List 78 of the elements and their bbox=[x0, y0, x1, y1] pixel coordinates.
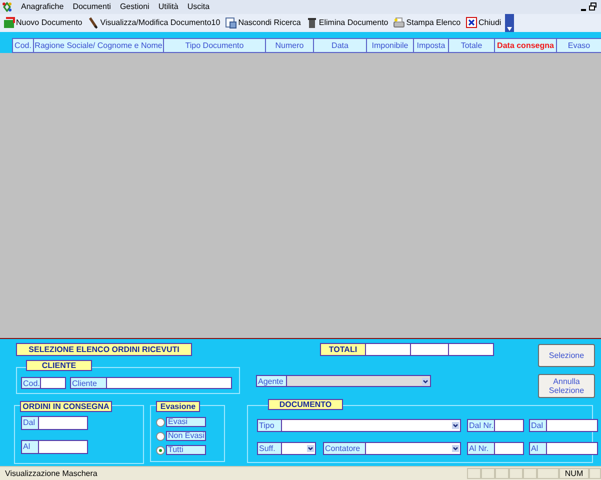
chevron-down-icon bbox=[452, 445, 459, 452]
column-header[interactable]: Tipo Documento bbox=[163, 39, 265, 52]
toolbar-button[interactable]: Nuovo Documento bbox=[2, 15, 84, 31]
field-label: Dal bbox=[21, 416, 39, 430]
window-icon bbox=[225, 17, 238, 29]
group-title: ORDINI IN CONSEGNA bbox=[20, 401, 112, 412]
input-field[interactable] bbox=[39, 416, 88, 430]
pencil-icon bbox=[87, 17, 100, 29]
restore-icon bbox=[589, 2, 597, 12]
column-header[interactable]: Totale bbox=[448, 39, 494, 52]
column-header[interactable]: Evaso bbox=[556, 39, 601, 52]
radio-label: Non Evasi bbox=[166, 431, 206, 441]
input-field[interactable] bbox=[547, 419, 598, 432]
field-label: Cliente bbox=[70, 377, 107, 389]
section-title: SELEZIONE ELENCO ORDINI RICEVUTI bbox=[16, 343, 192, 356]
radio-button[interactable] bbox=[156, 446, 165, 454]
app-logo-icon bbox=[2, 2, 12, 12]
column-header[interactable]: Ragione Sociale/ Cognome e Nome bbox=[33, 39, 163, 52]
dropdown-field[interactable] bbox=[282, 419, 461, 432]
input-field[interactable] bbox=[41, 377, 66, 389]
input-field[interactable] bbox=[495, 419, 524, 432]
chevron-down-icon bbox=[507, 27, 512, 31]
menu-item[interactable]: Utilità bbox=[155, 1, 182, 13]
toolbar-button[interactable]: Nascondi Ricerca bbox=[224, 15, 302, 31]
total-field bbox=[449, 343, 494, 356]
radio-label: Evasi bbox=[166, 417, 206, 427]
group-title: DOCUMENTO bbox=[268, 399, 343, 410]
group-title: Evasione bbox=[156, 401, 200, 412]
radio-label: Tutti bbox=[166, 445, 206, 455]
column-header[interactable]: Data bbox=[313, 39, 366, 52]
total-field bbox=[366, 343, 411, 356]
field-label: Suff. bbox=[257, 442, 282, 455]
field-label: Dal Nr. bbox=[467, 419, 495, 432]
menu-item[interactable]: Documenti bbox=[70, 1, 114, 13]
total-field bbox=[411, 343, 449, 356]
minimize-icon bbox=[581, 9, 586, 11]
menu-item[interactable]: Uscita bbox=[184, 1, 213, 13]
toolbar-button[interactable]: Chiudi bbox=[464, 15, 502, 31]
action-button[interactable]: Annulla Selezione bbox=[538, 374, 595, 398]
input-field[interactable] bbox=[495, 442, 524, 455]
status-message: Visualizzazione Maschera bbox=[4, 468, 98, 480]
trash-icon bbox=[306, 17, 318, 29]
toolbar-button[interactable]: Visualizza/Modifica Documento10 bbox=[86, 15, 222, 31]
status-indicator: NUM bbox=[559, 468, 589, 479]
section-title: TOTALI bbox=[320, 343, 366, 356]
field-label: Cod. bbox=[21, 377, 41, 389]
action-button[interactable]: Selezione bbox=[538, 344, 595, 367]
dropdown-field[interactable] bbox=[282, 442, 316, 455]
menu-item[interactable]: Anagrafiche bbox=[18, 1, 67, 13]
field-label: Al Nr. bbox=[467, 442, 495, 455]
dropdown-field[interactable] bbox=[366, 442, 461, 455]
chevron-down-icon bbox=[422, 378, 429, 384]
chevron-down-icon bbox=[452, 422, 459, 429]
column-header[interactable]: Imponibile bbox=[366, 39, 413, 52]
column-header[interactable]: Imposta bbox=[413, 39, 448, 52]
field-label: Agente bbox=[256, 375, 287, 387]
input-field[interactable] bbox=[107, 377, 232, 389]
field-label: Al bbox=[21, 440, 39, 454]
chevron-down-icon bbox=[307, 445, 314, 452]
field-label: Tipo bbox=[257, 419, 282, 432]
input-field[interactable] bbox=[547, 442, 598, 455]
radio-button[interactable] bbox=[156, 432, 165, 440]
printer-icon bbox=[393, 17, 406, 29]
group-title: CLIENTE bbox=[26, 360, 92, 371]
input-field[interactable] bbox=[39, 440, 88, 454]
toolbar-button[interactable]: Stampa Elenco bbox=[392, 15, 462, 31]
field-label: Al bbox=[529, 442, 547, 455]
close-icon bbox=[466, 17, 478, 29]
field-label: Dal bbox=[529, 419, 547, 432]
toolbar-overflow-button[interactable] bbox=[505, 14, 514, 32]
column-header[interactable]: Numero bbox=[265, 39, 313, 52]
field-label: Contatore bbox=[323, 442, 366, 455]
column-header[interactable]: Cod. bbox=[12, 39, 33, 52]
document-icon bbox=[3, 17, 15, 29]
column-header[interactable]: Data consegna bbox=[494, 39, 556, 52]
menu-item[interactable]: Gestioni bbox=[116, 1, 152, 13]
radio-button[interactable] bbox=[156, 418, 165, 426]
toolbar-button[interactable]: Elimina Documento bbox=[304, 15, 390, 31]
